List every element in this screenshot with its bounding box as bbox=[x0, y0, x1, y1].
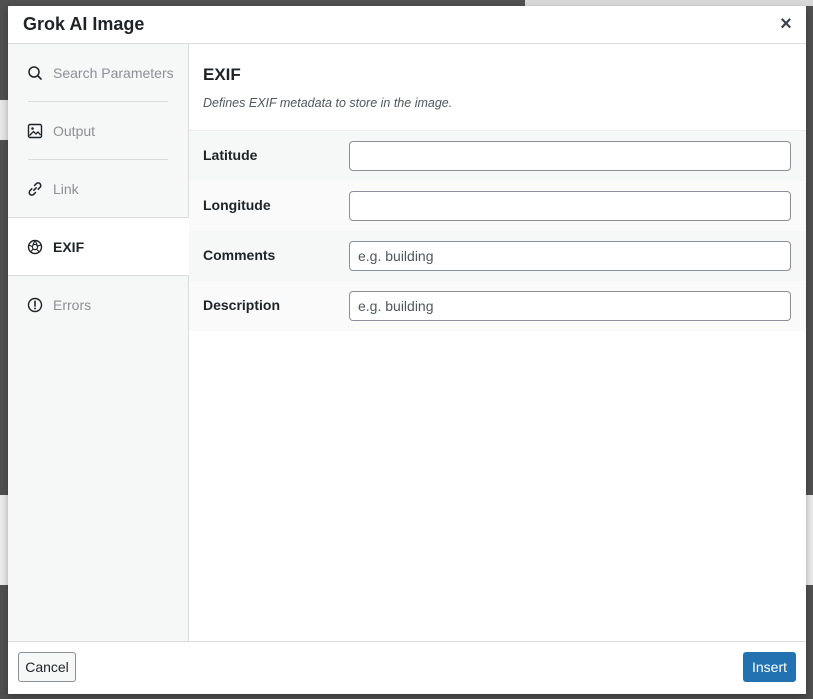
sidebar-item-exif[interactable]: EXIF bbox=[8, 217, 189, 276]
field-row-longitude: Longitude bbox=[189, 181, 806, 231]
backdrop-fragment bbox=[806, 495, 813, 585]
field-row-latitude: Latitude bbox=[189, 131, 806, 181]
field-row-description: Description bbox=[189, 281, 806, 331]
insert-button[interactable]: Insert bbox=[743, 652, 796, 682]
exif-fields: Latitude Longitude Comments Description bbox=[189, 130, 806, 331]
description-input[interactable] bbox=[349, 291, 791, 321]
latitude-label: Latitude bbox=[203, 147, 258, 163]
search-icon bbox=[27, 65, 43, 81]
sidebar-item-label: Errors bbox=[53, 296, 92, 313]
sidebar-item-label: Output bbox=[53, 122, 96, 139]
aperture-icon bbox=[27, 239, 43, 255]
longitude-label: Longitude bbox=[203, 197, 271, 213]
sidebar-item-link[interactable]: Link bbox=[8, 160, 188, 217]
sidebar-item-search-parameters[interactable]: Search Parameters bbox=[8, 44, 188, 101]
comments-input[interactable] bbox=[349, 241, 791, 271]
alert-circle-icon bbox=[27, 297, 43, 313]
modal-header: Grok AI Image × bbox=[8, 6, 806, 44]
sidebar-item-output[interactable]: Output bbox=[8, 102, 188, 159]
close-icon[interactable]: × bbox=[776, 13, 796, 35]
cancel-button[interactable]: Cancel bbox=[18, 652, 76, 682]
modal-footer: Cancel Insert bbox=[8, 641, 806, 694]
sidebar: Search Parameters Output Link EXIF Error… bbox=[8, 44, 189, 641]
comments-label: Comments bbox=[203, 247, 276, 263]
sidebar-item-errors[interactable]: Errors bbox=[8, 276, 188, 333]
latitude-input[interactable] bbox=[349, 141, 791, 171]
section-description: Defines EXIF metadata to store in the im… bbox=[203, 96, 453, 110]
modal-dialog: Grok AI Image × Search Parameters Output… bbox=[8, 6, 806, 694]
modal-title: Grok AI Image bbox=[23, 14, 145, 34]
image-icon bbox=[27, 123, 43, 139]
field-row-comments: Comments bbox=[189, 231, 806, 281]
backdrop-fragment bbox=[0, 495, 8, 585]
longitude-input[interactable] bbox=[349, 191, 791, 221]
sidebar-item-label: Search Parameters bbox=[53, 64, 174, 81]
sidebar-item-label: EXIF bbox=[53, 238, 85, 255]
description-label: Description bbox=[203, 297, 281, 313]
content-panel: EXIF Defines EXIF metadata to store in t… bbox=[189, 44, 806, 641]
section-title: EXIF bbox=[203, 65, 241, 84]
sidebar-item-label: Link bbox=[53, 180, 79, 197]
link-icon bbox=[27, 181, 43, 197]
backdrop-fragment bbox=[0, 100, 8, 140]
